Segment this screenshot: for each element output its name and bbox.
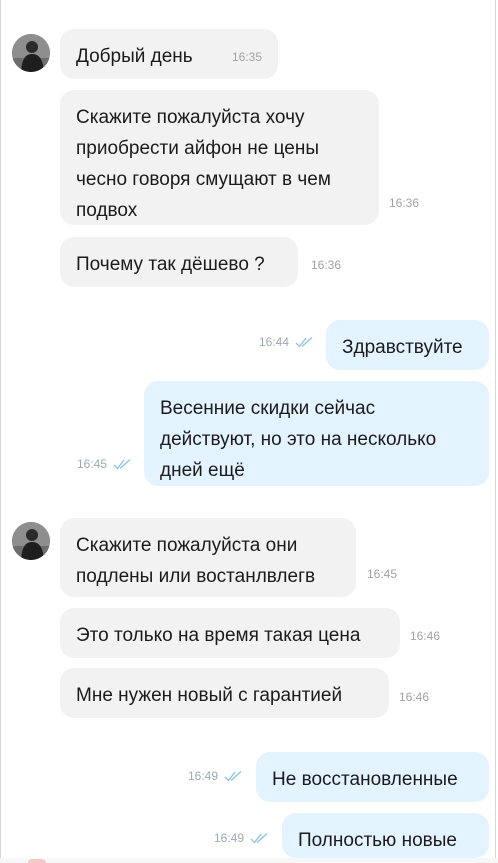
message-text: Почему так дёшево ? [76, 254, 265, 275]
double-check-icon [113, 458, 131, 470]
message-line: приобрести айфон не цены [76, 138, 320, 159]
person-photo-avatar-icon [12, 34, 50, 72]
message-time: 16:49 [214, 831, 245, 845]
message-text: Здравствуйте [342, 337, 463, 358]
message-text: Добрый день [76, 46, 193, 67]
message-time: 16:49 [188, 769, 219, 783]
message-bubble-incoming[interactable]: Это только на время такая цена [60, 608, 400, 658]
cropped-avatar-edge [28, 859, 46, 863]
double-check-icon [224, 770, 242, 782]
message-text: Полностью новые [298, 830, 457, 851]
message-bubble-outgoing[interactable]: Весенние скидки сейчас действуют, но это… [144, 381, 489, 486]
message-bubble-incoming[interactable]: Почему так дёшево ? [60, 237, 298, 287]
message-bubble-incoming[interactable]: Мне нужен новый с гарантией [60, 668, 389, 718]
message-meta: 16:49 [214, 831, 270, 845]
contact-avatar[interactable] [12, 34, 50, 72]
message-text: Не восстановленные [272, 769, 458, 790]
person-photo-avatar-icon [12, 522, 50, 560]
message-time: 16:36 [311, 258, 342, 272]
message-bubble-outgoing[interactable]: Здравствуйте [326, 320, 489, 370]
message-time: 16:45 [367, 567, 398, 581]
message-time: 16:44 [259, 335, 290, 349]
message-bubble-incoming[interactable]: Скажите пожалуйста хочу приобрести айфон… [60, 90, 379, 225]
message-line: дней ещё [160, 460, 245, 481]
message-line: действуют, но это на несколько [160, 429, 437, 450]
message-time: 16:46 [410, 629, 441, 643]
message-line: Скажите пожалуйста хочу [76, 107, 305, 128]
message-line: Скажите пожалуйста они [76, 535, 298, 556]
message-time: 16:46 [399, 690, 430, 704]
message-meta: 16:45 [77, 457, 133, 471]
contact-avatar[interactable] [12, 522, 50, 560]
message-line: подлены или востанлвлегв [76, 566, 316, 587]
message-time: 16:35 [232, 50, 263, 64]
message-text: Мне нужен новый с гарантией [76, 685, 343, 706]
message-bubble-incoming[interactable]: Скажите пожалуйста они подлены или воста… [60, 518, 356, 597]
message-line: подвох [76, 200, 138, 221]
message-line: чесно говоря смущают в чем [76, 169, 331, 190]
bottom-edge [0, 858, 498, 863]
double-check-icon [295, 336, 313, 348]
message-time: 16:36 [389, 196, 420, 210]
message-text: Это только на время такая цена [76, 625, 361, 646]
message-meta: 16:44 [259, 335, 315, 349]
message-time: 16:45 [77, 457, 108, 471]
double-check-icon [250, 832, 268, 844]
message-line: Весенние скидки сейчас [160, 398, 376, 419]
message-bubble-outgoing[interactable]: Полностью новые [282, 813, 489, 858]
message-bubble-outgoing[interactable]: Не восстановленные [256, 752, 489, 802]
message-meta: 16:49 [188, 769, 244, 783]
cropped-header-text: · · · · · · [190, 0, 300, 6]
